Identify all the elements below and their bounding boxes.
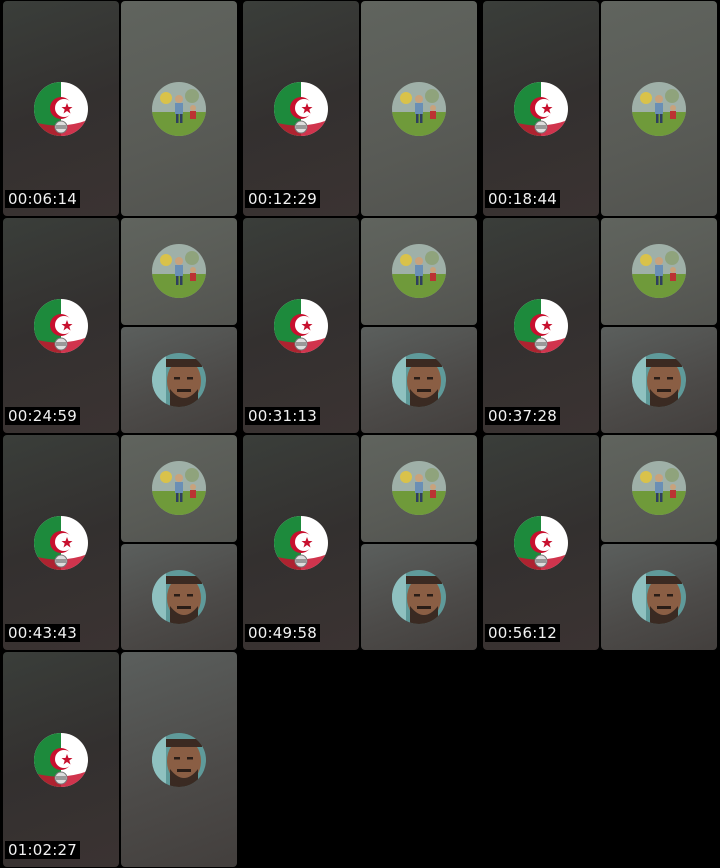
boy-field-avatar xyxy=(632,81,686,136)
algeria-flag-video-tile[interactable] xyxy=(483,1,599,216)
algeria-flag-video-tile[interactable] xyxy=(243,435,359,650)
algeria-flag-video-tile[interactable] xyxy=(243,1,359,216)
frame-timestamp: 00:49:58 xyxy=(245,624,320,642)
frame-cell: 01:02:27 xyxy=(3,652,237,867)
boy-field-video-tile[interactable] xyxy=(121,435,237,542)
bearded-man-video-tile[interactable] xyxy=(121,543,237,650)
frame-cell: 00:12:29 xyxy=(243,1,477,216)
algeria-flag-video-tile[interactable] xyxy=(243,218,359,433)
frame-cell: 00:24:59 xyxy=(3,218,237,433)
boy-field-video-tile[interactable] xyxy=(121,1,237,216)
frame-timestamp: 00:43:43 xyxy=(5,624,80,642)
frame-timestamp: 00:24:59 xyxy=(5,407,80,425)
bearded-man-avatar xyxy=(152,732,206,787)
boy-field-avatar xyxy=(152,244,206,299)
algeria-flag-avatar xyxy=(274,81,328,136)
frame-timestamp: 00:18:44 xyxy=(485,190,560,208)
algeria-flag-avatar xyxy=(34,298,88,353)
frame-cell: 00:18:44 xyxy=(483,1,717,216)
algeria-flag-video-tile[interactable] xyxy=(3,1,119,216)
bearded-man-video-tile[interactable] xyxy=(361,326,477,433)
frame-timestamp: 00:56:12 xyxy=(485,624,560,642)
frame-timestamp: 00:37:28 xyxy=(485,407,560,425)
boy-field-video-tile[interactable] xyxy=(121,218,237,325)
algeria-flag-video-tile[interactable] xyxy=(3,652,119,867)
frame-timestamp: 00:31:13 xyxy=(245,407,320,425)
bearded-man-video-tile[interactable] xyxy=(601,543,717,650)
algeria-flag-avatar xyxy=(274,515,328,570)
boy-field-avatar xyxy=(392,461,446,516)
bearded-man-video-tile[interactable] xyxy=(361,543,477,650)
algeria-flag-avatar xyxy=(34,732,88,787)
bearded-man-avatar xyxy=(392,352,446,407)
boy-field-video-tile[interactable] xyxy=(361,218,477,325)
frame-timestamp: 00:12:29 xyxy=(245,190,320,208)
algeria-flag-avatar xyxy=(34,515,88,570)
bearded-man-avatar xyxy=(152,569,206,624)
bearded-man-avatar xyxy=(632,569,686,624)
frame-cell: 00:56:12 xyxy=(483,435,717,650)
frame-cell: 00:37:28 xyxy=(483,218,717,433)
algeria-flag-avatar xyxy=(514,298,568,353)
frame-cell: 00:06:14 xyxy=(3,1,237,216)
frame-cell: 00:43:43 xyxy=(3,435,237,650)
boy-field-video-tile[interactable] xyxy=(601,218,717,325)
algeria-flag-video-tile[interactable] xyxy=(483,435,599,650)
frame-timestamp: 01:02:27 xyxy=(5,841,80,859)
boy-field-video-tile[interactable] xyxy=(361,435,477,542)
algeria-flag-video-tile[interactable] xyxy=(3,435,119,650)
bearded-man-avatar xyxy=(152,352,206,407)
boy-field-video-tile[interactable] xyxy=(601,435,717,542)
bearded-man-video-tile[interactable] xyxy=(121,326,237,433)
boy-field-avatar xyxy=(152,461,206,516)
bearded-man-avatar xyxy=(632,352,686,407)
frame-timestamp: 00:06:14 xyxy=(5,190,80,208)
boy-field-video-tile[interactable] xyxy=(601,1,717,216)
boy-field-avatar xyxy=(152,81,206,136)
bearded-man-video-tile[interactable] xyxy=(601,326,717,433)
algeria-flag-avatar xyxy=(514,515,568,570)
bearded-man-avatar xyxy=(392,569,446,624)
boy-field-avatar xyxy=(632,461,686,516)
frame-cell: 00:31:13 xyxy=(243,218,477,433)
bearded-man-video-tile[interactable] xyxy=(121,652,237,867)
algeria-flag-video-tile[interactable] xyxy=(3,218,119,433)
algeria-flag-avatar xyxy=(274,298,328,353)
algeria-flag-avatar xyxy=(514,81,568,136)
algeria-flag-video-tile[interactable] xyxy=(483,218,599,433)
boy-field-avatar xyxy=(632,244,686,299)
boy-field-avatar xyxy=(392,244,446,299)
boy-field-avatar xyxy=(392,81,446,136)
frame-cell: 00:49:58 xyxy=(243,435,477,650)
algeria-flag-avatar xyxy=(34,81,88,136)
boy-field-video-tile[interactable] xyxy=(361,1,477,216)
